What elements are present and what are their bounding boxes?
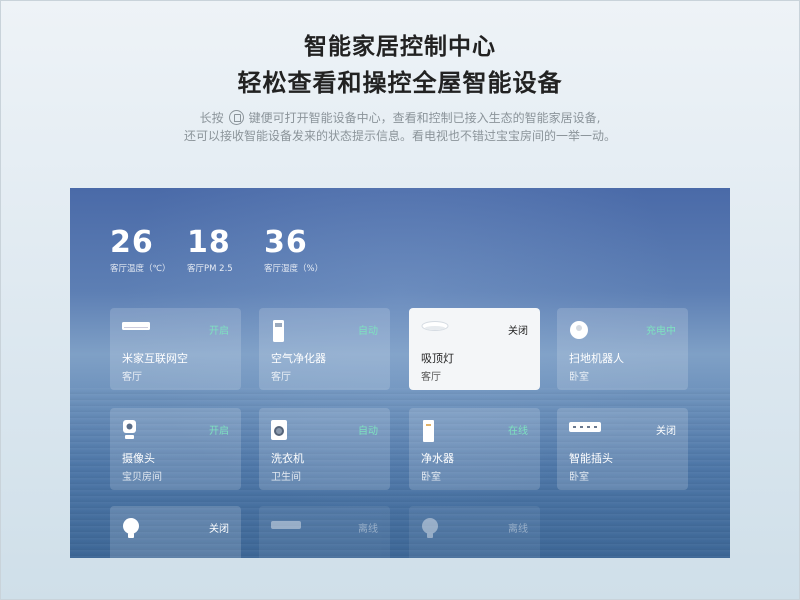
device-name: 摄像头 <box>122 452 155 465</box>
device-room: 客厅 <box>421 372 441 383</box>
device-status: 关闭 <box>656 426 676 437</box>
device-status: 开启 <box>209 426 229 437</box>
device-card-air-conditioner[interactable]: 开启 米家互联网空 客厅 <box>110 308 241 390</box>
device-card-washing-machine[interactable]: 自动 洗衣机 卫生间 <box>259 408 390 490</box>
bulb-icon <box>123 518 139 538</box>
device-name: 净水器 <box>421 452 454 465</box>
device-name: 米家互联网空 <box>122 352 188 365</box>
water-purifier-icon <box>423 420 434 442</box>
device-name: 扫地机器人 <box>569 352 624 365</box>
washing-machine-icon <box>271 420 287 440</box>
desc-line1-rest: 键便可打开智能设备中心，查看和控制已接入生态的智能家居设备, <box>248 111 601 125</box>
robot-vacuum-icon <box>570 321 588 339</box>
device-name: 洗衣机 <box>271 452 304 465</box>
device-room: 宝贝房间 <box>122 472 162 483</box>
stat-pm25: 18 客厅PM 2.5 <box>187 225 233 275</box>
keyboard-icon <box>271 521 301 529</box>
device-status: 离线 <box>508 524 528 535</box>
device-card-bulb-1[interactable]: 关闭 <box>110 506 241 558</box>
device-card-offline-2[interactable]: 离线 <box>409 506 540 558</box>
stat-pm25-label: 客厅PM 2.5 <box>187 264 233 274</box>
device-name: 吸顶灯 <box>421 352 454 365</box>
device-card-ceiling-light[interactable]: 关闭 吸顶灯 客厅 <box>409 308 540 390</box>
stat-humidity-value: 36 <box>264 225 308 260</box>
page-subtitle: 轻松查看和操控全屋智能设备 <box>237 69 563 97</box>
stat-humidity: 36 客厅湿度（%） <box>264 225 324 275</box>
device-status: 自动 <box>358 426 378 437</box>
device-card-water-purifier[interactable]: 在线 净水器 卧室 <box>409 408 540 490</box>
stat-temperature: 26 客厅温度（℃） <box>110 225 171 275</box>
air-purifier-icon <box>273 320 284 342</box>
device-name: 智能插头 <box>569 452 613 465</box>
device-name: 空气净化器 <box>271 352 326 365</box>
device-room: 卧室 <box>421 472 441 483</box>
device-status: 充电中 <box>646 326 676 337</box>
device-card-air-purifier[interactable]: 自动 空气净化器 客厅 <box>259 308 390 390</box>
air-conditioner-icon <box>122 322 150 330</box>
device-card-offline-1[interactable]: 离线 <box>259 506 390 558</box>
device-status: 离线 <box>358 524 378 535</box>
description-line-2: 还可以接收智能设备发来的状态提示信息。看电视也不错过宝宝房间的一举一动。 <box>183 129 616 143</box>
device-status: 关闭 <box>508 326 528 337</box>
device-room: 客厅 <box>122 372 142 383</box>
device-card-smart-plug[interactable]: 关闭 智能插头 卧室 <box>557 408 688 490</box>
page-title: 智能家居控制中心 <box>304 34 496 60</box>
device-room: 卫生间 <box>271 472 301 483</box>
bulb-icon <box>422 518 438 538</box>
ceiling-light-icon <box>421 321 449 331</box>
stat-temperature-label: 客厅温度（℃） <box>110 264 171 274</box>
stat-pm25-value: 18 <box>187 225 231 260</box>
device-room: 卧室 <box>569 372 589 383</box>
device-status: 自动 <box>358 326 378 337</box>
device-room: 卧室 <box>569 472 589 483</box>
device-room: 客厅 <box>271 372 291 383</box>
device-status: 开启 <box>209 326 229 337</box>
tv-screen: 26 客厅温度（℃） 18 客厅PM 2.5 36 客厅湿度（%） 开启 米家互… <box>70 188 730 558</box>
description-line-1: 长按 键便可打开智能设备中心，查看和控制已接入生态的智能家居设备, <box>0 108 800 128</box>
stat-temperature-value: 26 <box>110 225 154 260</box>
device-card-robot-vacuum[interactable]: 充电中 扫地机器人 卧室 <box>557 308 688 390</box>
home-key-icon <box>228 110 244 125</box>
stat-humidity-label: 客厅湿度（%） <box>264 264 324 274</box>
device-status: 在线 <box>508 426 528 437</box>
camera-icon <box>123 420 136 439</box>
device-card-camera[interactable]: 开启 摄像头 宝贝房间 <box>110 408 241 490</box>
power-strip-icon <box>569 422 601 432</box>
device-status: 关闭 <box>209 524 229 535</box>
desc-prefix: 长按 <box>199 111 224 125</box>
